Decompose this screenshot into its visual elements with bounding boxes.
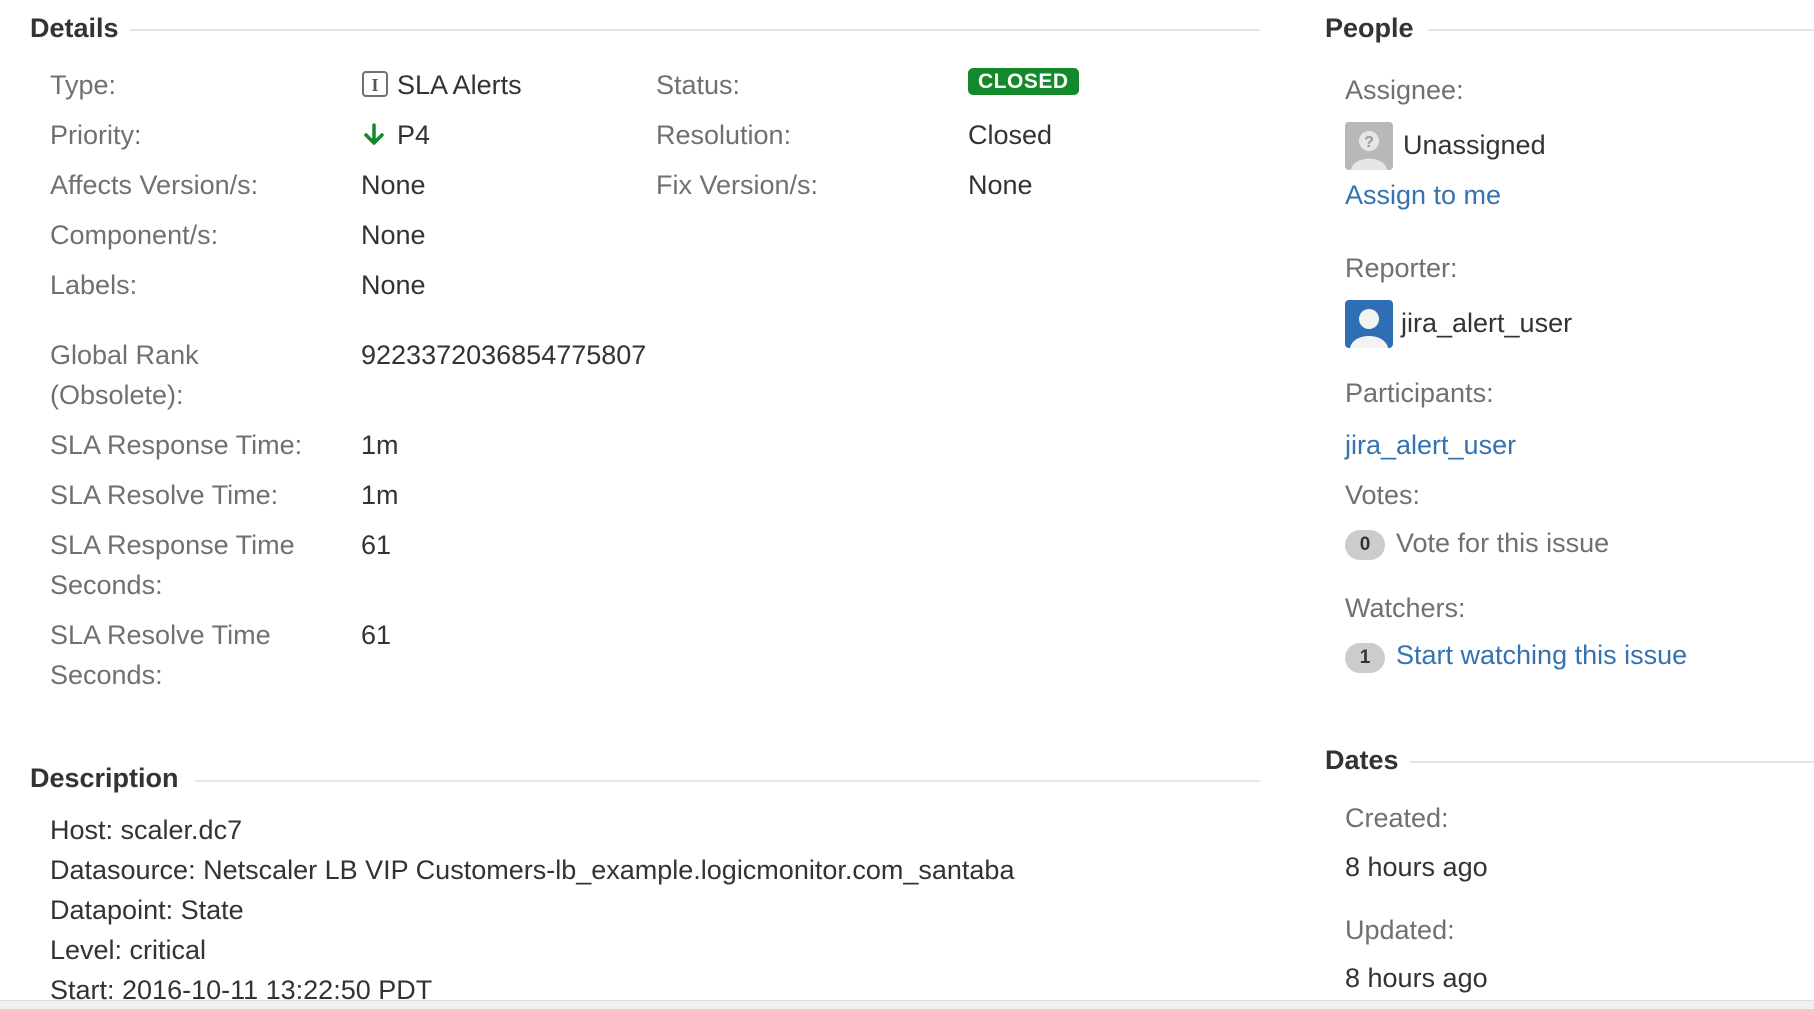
status-label: Status: [656, 70, 741, 100]
description-line: Datapoint: State [50, 895, 244, 925]
priority-label: Priority: [50, 120, 142, 150]
description-line-clipped: Start: 2016-10-11 13:22:50 PDT [50, 975, 1250, 1000]
priority-value-text: P4 [397, 120, 431, 150]
sla-issue-type-icon: I [362, 71, 388, 97]
sla-resolve-seconds-label-line1: SLA Resolve Time [50, 620, 271, 650]
sla-resolve-time-label: SLA Resolve Time: [50, 480, 279, 510]
sla-response-time-label: SLA Response Time: [50, 430, 303, 460]
reporter-value[interactable]: jira_alert_user [1401, 308, 1572, 339]
fix-version-value: None [968, 170, 1033, 200]
type-label: Type: [50, 70, 117, 100]
global-rank-label-line1: Global Rank [50, 340, 199, 370]
created-label: Created: [1345, 803, 1449, 833]
details-divider [130, 29, 1260, 31]
description-line: Start: 2016-10-11 13:22:50 PDT [50, 975, 433, 1000]
components-value: None [361, 220, 426, 250]
user-avatar-icon [1345, 300, 1393, 348]
sla-resolve-seconds-label-line2: Seconds: [50, 660, 163, 690]
sla-resolve-time-value: 1m [361, 480, 399, 510]
svg-text:?: ? [1364, 134, 1374, 151]
reporter-avatar[interactable] [1345, 300, 1393, 348]
sla-response-seconds-value: 61 [361, 530, 392, 560]
assignee-label: Assignee: [1345, 75, 1464, 105]
priority-value: P4 [361, 120, 430, 151]
sla-response-seconds-label-line2: Seconds: [50, 570, 163, 600]
updated-label: Updated: [1345, 915, 1455, 945]
assign-to-me-link[interactable]: Assign to me [1345, 180, 1501, 211]
affects-version-label: Affects Version/s: [50, 170, 259, 200]
global-rank-label-line2: (Obsolete): [50, 380, 184, 410]
sla-resolve-seconds-value: 61 [361, 620, 392, 650]
start-watching-link[interactable]: Start watching this issue [1396, 640, 1687, 671]
people-heading: People [1325, 13, 1414, 43]
fix-version-label: Fix Version/s: [656, 170, 819, 200]
dates-divider [1410, 761, 1814, 763]
type-value: I SLA Alerts [361, 70, 522, 101]
vote-for-issue-link[interactable]: Vote for this issue [1396, 528, 1609, 559]
affects-version-value: None [361, 170, 426, 200]
description-line: Datasource: Netscaler LB VIP Customers-l… [50, 855, 1015, 885]
watchers-label: Watchers: [1345, 593, 1466, 623]
description-line: Host: scaler.dc7 [50, 815, 243, 845]
arrow-down-icon [364, 123, 384, 145]
sla-response-seconds-label-line1: SLA Response Time [50, 530, 295, 560]
unknown-user-icon: ? [1345, 122, 1393, 170]
updated-value: 8 hours ago [1345, 963, 1488, 993]
resolution-value: Closed [968, 120, 1053, 150]
created-value: 8 hours ago [1345, 852, 1488, 882]
labels-label: Labels: [50, 270, 138, 300]
status-lozenge: CLOSED [968, 68, 1079, 95]
svg-text:I: I [371, 75, 378, 95]
description-line: Level: critical [50, 935, 207, 965]
dates-heading: Dates [1325, 745, 1399, 775]
global-rank-value: 9223372036854775807 [361, 340, 647, 370]
sla-response-time-value: 1m [361, 430, 399, 460]
resolution-label: Resolution: [656, 120, 792, 150]
description-divider [195, 780, 1260, 782]
people-divider [1428, 29, 1814, 31]
reporter-label: Reporter: [1345, 253, 1458, 283]
labels-value: None [361, 270, 426, 300]
watchers-count-badge: 1 [1345, 643, 1385, 673]
participants-label: Participants: [1345, 378, 1494, 408]
components-label: Component/s: [50, 220, 219, 250]
status-value: CLOSED [968, 68, 1079, 95]
type-value-text: SLA Alerts [397, 70, 522, 100]
assignee-value: Unassigned [1403, 130, 1546, 160]
unassigned-avatar: ? [1345, 122, 1393, 170]
details-heading: Details [30, 13, 119, 43]
votes-count-badge: 0 [1345, 530, 1385, 560]
participant-link[interactable]: jira_alert_user [1345, 430, 1516, 461]
description-heading: Description [30, 763, 179, 793]
votes-label: Votes: [1345, 480, 1421, 510]
